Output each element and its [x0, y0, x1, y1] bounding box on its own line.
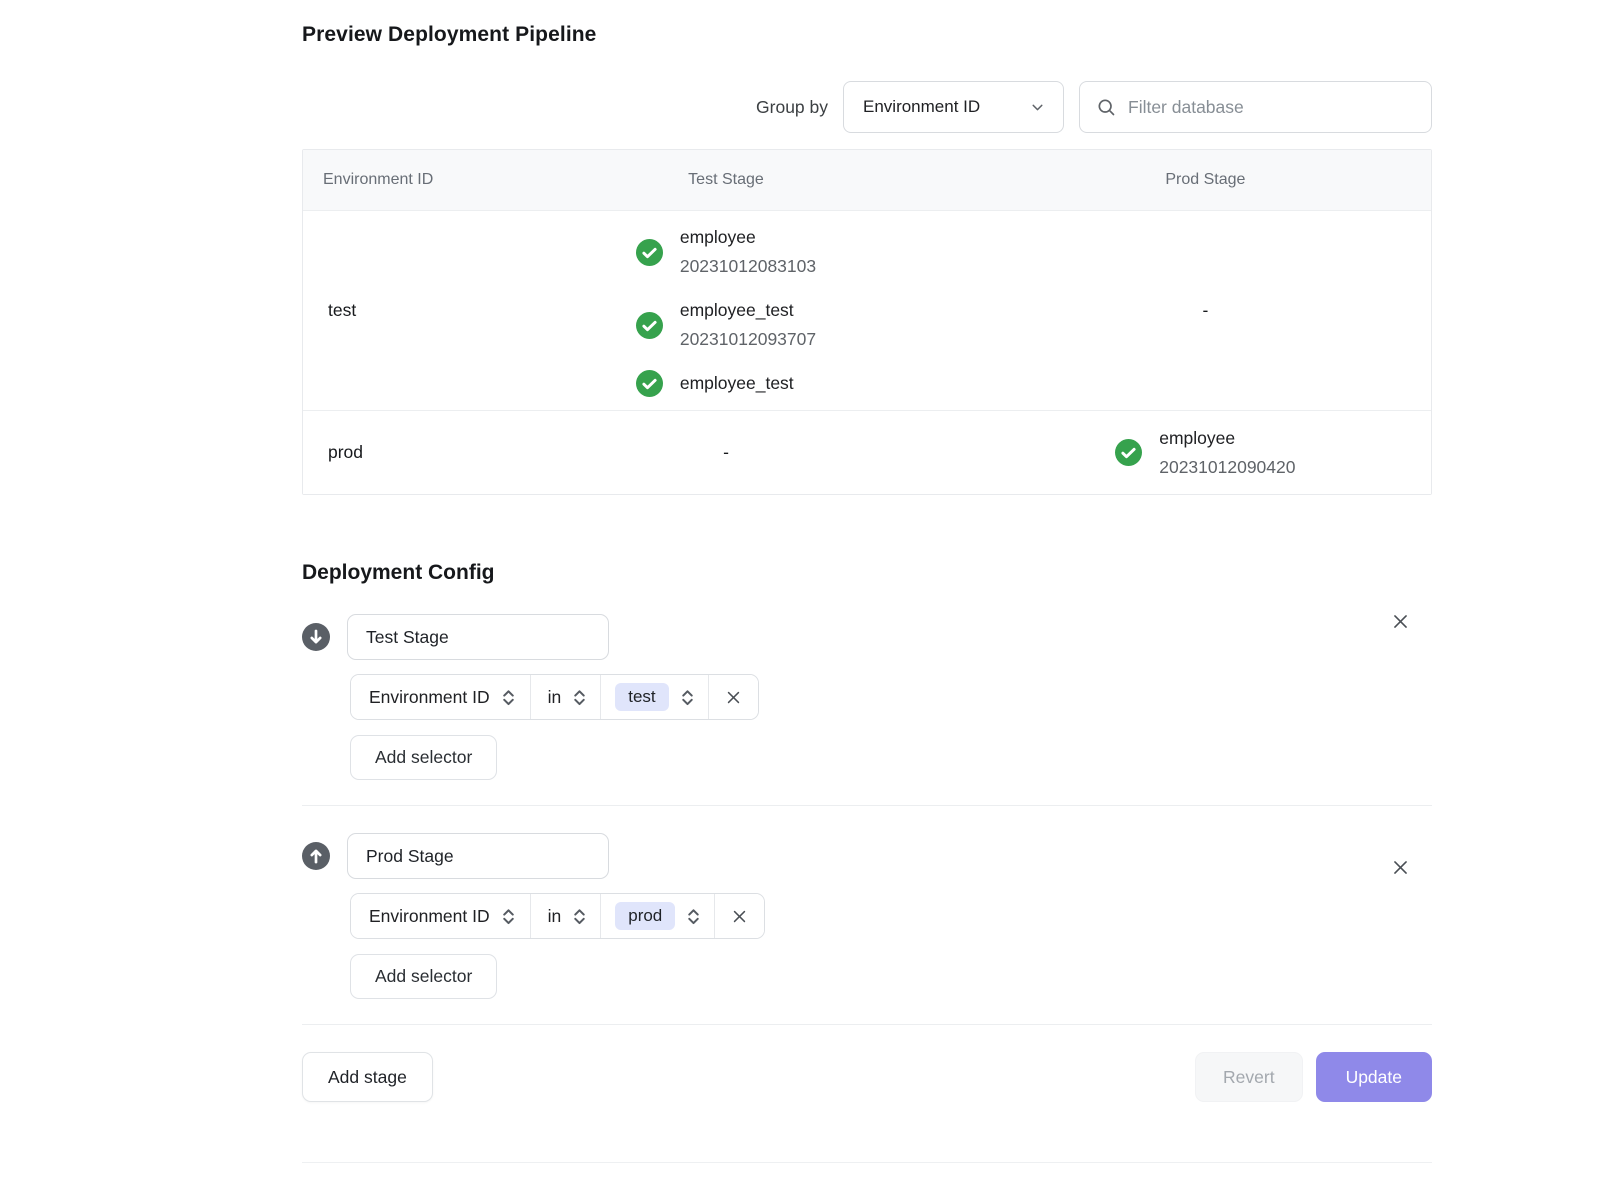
database-name: employee_test [680, 296, 816, 325]
chevron-down-icon [1029, 99, 1046, 116]
updown-chevrons-icon [502, 689, 515, 706]
updown-chevrons-icon [687, 908, 700, 925]
table-row: test employee 20231012083103 employee_te… [303, 210, 1431, 410]
prod-stage-empty: - [980, 300, 1431, 321]
deployment-timestamp: 20231012093707 [680, 325, 816, 354]
remove-selector-button[interactable] [709, 675, 758, 719]
arrow-up-circle-icon [302, 842, 330, 870]
update-button[interactable]: Update [1316, 1052, 1432, 1102]
page-container: Preview Deployment Pipeline Group by Env… [302, 0, 1432, 1163]
updown-chevrons-icon [502, 908, 515, 925]
stage-name-input[interactable] [347, 614, 609, 660]
deployment-list: employee 20231012090420 [1115, 424, 1295, 482]
selector-value-pill: prod [615, 902, 675, 930]
selector-field-select[interactable]: Environment ID [351, 675, 531, 719]
selector-group: Environment ID in prod [350, 893, 765, 939]
success-check-icon [636, 239, 663, 266]
deployment-timestamp: 20231012083103 [680, 252, 816, 281]
column-header-environment-id: Environment ID [303, 171, 472, 189]
selector-value-select[interactable]: prod [601, 894, 715, 938]
close-icon [725, 689, 742, 706]
deployment-item: employee_test 20231012093707 [636, 296, 816, 354]
group-by-select[interactable]: Environment ID [843, 81, 1064, 133]
deployment-item: employee_test [636, 369, 816, 398]
pipeline-table: Environment ID Test Stage Prod Stage tes… [302, 149, 1432, 495]
revert-button[interactable]: Revert [1195, 1052, 1303, 1102]
remove-stage-button[interactable] [1389, 610, 1412, 633]
stage-config-test: Environment ID in test Add selector [302, 614, 1432, 780]
column-header-prod-stage: Prod Stage [980, 171, 1431, 189]
updown-chevrons-icon [681, 689, 694, 706]
remove-selector-button[interactable] [715, 894, 764, 938]
selector-value-select[interactable]: test [601, 675, 708, 719]
filter-database-input[interactable] [1128, 97, 1415, 118]
filter-database-box [1079, 81, 1432, 133]
deployment-item: employee 20231012090420 [1115, 424, 1295, 482]
table-row: prod - employee 20231012090420 [303, 410, 1431, 494]
database-name: employee_test [680, 369, 794, 398]
deployment-item: employee 20231012083103 [636, 223, 816, 281]
close-icon [1391, 858, 1410, 877]
actions-row: Add stage Revert Update [302, 1052, 1432, 1102]
database-name: employee [1159, 424, 1295, 453]
deployment-list: employee 20231012083103 employee_test 20… [636, 223, 816, 398]
group-by-label: Group by [756, 97, 828, 118]
close-icon [1391, 612, 1410, 631]
selector-group: Environment ID in test [350, 674, 759, 720]
selector-value-pill: test [615, 683, 668, 711]
page-title: Preview Deployment Pipeline [302, 0, 1432, 47]
remove-stage-button[interactable] [1389, 856, 1412, 879]
test-stage-empty: - [472, 442, 980, 463]
bottom-divider [302, 1162, 1432, 1163]
table-header: Environment ID Test Stage Prod Stage [303, 150, 1431, 210]
stage-divider [302, 805, 1432, 806]
success-check-icon [636, 312, 663, 339]
stage-config-prod: Environment ID in prod Add selector [302, 833, 1432, 999]
updown-chevrons-icon [573, 908, 586, 925]
selector-operator-select[interactable]: in [531, 675, 602, 719]
search-icon [1096, 97, 1116, 117]
environment-id-cell: prod [303, 442, 472, 463]
success-check-icon [636, 370, 663, 397]
column-header-test-stage: Test Stage [472, 171, 980, 189]
database-name: employee [680, 223, 816, 252]
add-stage-button[interactable]: Add stage [302, 1052, 433, 1102]
deployment-timestamp: 20231012090420 [1159, 453, 1295, 482]
prod-stage-cell: employee 20231012090420 [980, 424, 1431, 482]
group-by-value: Environment ID [863, 97, 980, 117]
footer-divider [302, 1024, 1432, 1025]
selector-operator-select[interactable]: in [531, 894, 602, 938]
deployment-config-title: Deployment Config [302, 561, 1432, 585]
selector-field-select[interactable]: Environment ID [351, 894, 531, 938]
updown-chevrons-icon [573, 689, 586, 706]
add-selector-button[interactable]: Add selector [350, 954, 497, 999]
success-check-icon [1115, 439, 1142, 466]
environment-id-cell: test [303, 300, 472, 321]
test-stage-cell: employee 20231012083103 employee_test 20… [472, 223, 980, 398]
close-icon [731, 908, 748, 925]
stage-name-input[interactable] [347, 833, 609, 879]
arrow-down-circle-icon [302, 623, 330, 651]
toolbar: Group by Environment ID [302, 81, 1432, 133]
add-selector-button[interactable]: Add selector [350, 735, 497, 780]
